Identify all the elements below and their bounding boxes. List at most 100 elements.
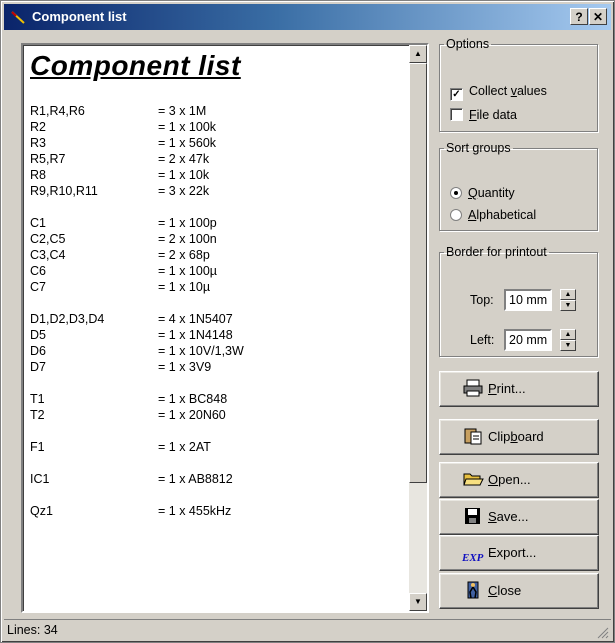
- border-printout-group: Border for printout Top: 10 mm ▲ ▼ Left:…: [439, 245, 598, 357]
- component-reference: R8: [30, 168, 46, 182]
- close-window-button[interactable]: ✕: [589, 8, 607, 25]
- component-row: F1 = 1 x 2AT: [30, 439, 407, 455]
- component-row: C3,C4 = 2 x 68p: [30, 247, 407, 263]
- print-button[interactable]: Print...: [439, 371, 599, 407]
- component-row: D1,D2,D3,D4 = 4 x 1N5407: [30, 311, 407, 327]
- open-button[interactable]: Open...: [439, 462, 599, 498]
- help-button[interactable]: ?: [570, 8, 588, 25]
- component-value: = 1 x 3V9: [158, 360, 212, 374]
- component-value: = 1 x BC848: [158, 392, 228, 406]
- component-reference: R5,R7: [30, 152, 66, 166]
- floppy-disk-icon: [465, 508, 480, 524]
- status-bar: Lines: 34: [4, 619, 611, 641]
- border-legend: Border for printout: [446, 245, 547, 259]
- options-group: Options ✓ Collect values File data: [439, 37, 598, 132]
- top-margin-spinner[interactable]: ▲ ▼: [560, 289, 576, 311]
- top-spin-up[interactable]: ▲: [560, 289, 576, 300]
- alphabetical-radio-dot[interactable]: [450, 209, 462, 221]
- component-row: R5,R7 = 2 x 47k: [30, 151, 407, 167]
- scroll-thumb[interactable]: [409, 63, 427, 483]
- vertical-scrollbar[interactable]: ▲ ▼: [409, 45, 427, 611]
- quantity-radio[interactable]: Quantity: [450, 185, 515, 201]
- export-button[interactable]: EXP Export...: [439, 535, 599, 571]
- report-title: Component list: [30, 50, 241, 81]
- component-reference: C2,C5: [30, 232, 66, 246]
- component-row: D7 = 1 x 3V9: [30, 359, 407, 375]
- component-value: = 1 x 100k: [158, 120, 217, 134]
- quantity-radio-dot[interactable]: [450, 187, 462, 199]
- export-icon: EXP: [462, 552, 484, 564]
- component-value: = 2 x 68p: [158, 248, 210, 262]
- collect-values-check-box[interactable]: ✓: [450, 88, 463, 101]
- alphabetical-radio[interactable]: Alphabetical: [450, 207, 536, 223]
- save-button[interactable]: Save...: [439, 499, 599, 535]
- component-value: = 1 x 10µ: [158, 280, 211, 294]
- scroll-up-button[interactable]: ▲: [409, 45, 427, 63]
- component-row: R3 = 1 x 560k: [30, 135, 407, 151]
- component-value: = 1 x AB8812: [158, 472, 233, 486]
- component-value: = 2 x 100n: [158, 232, 217, 246]
- component-reference: R3: [30, 136, 46, 150]
- component-report-view[interactable]: Component list R1,R4,R6 = 3 x 1M R2 = 1 x 1…: [21, 43, 429, 613]
- component-row: R9,R10,R11 = 3 x 22k: [30, 183, 407, 199]
- component-reference: T1: [30, 392, 45, 406]
- app-icon: [11, 11, 25, 24]
- component-reference: T2: [30, 408, 45, 422]
- component-row: R8 = 1 x 10k: [30, 167, 407, 183]
- component-value: = 1 x 100µ: [158, 264, 217, 278]
- clipboard-icon: [464, 428, 482, 445]
- component-list-window: Component list ? ✕ Component list R1,R4,…: [0, 0, 615, 643]
- component-group: F1 = 1 x 2AT: [30, 439, 407, 455]
- component-row: D6 = 1 x 10V/1,3W: [30, 343, 407, 359]
- component-value: = 2 x 47k: [158, 152, 210, 166]
- component-value: = 1 x 10k: [158, 168, 210, 182]
- component-group: T1 = 1 x BC848 T2 = 1 x 20N60: [30, 391, 407, 423]
- scroll-down-button[interactable]: ▼: [409, 593, 427, 611]
- sort-groups-legend: Sort groups: [446, 141, 511, 155]
- options-legend: Options: [446, 37, 490, 51]
- component-group: IC1 = 1 x AB8812: [30, 471, 407, 487]
- component-row: IC1 = 1 x AB8812: [30, 471, 407, 487]
- component-group: C1 = 1 x 100p C2,C5 = 2 x 100n C3,C4 = 2 x 68…: [30, 215, 407, 295]
- title-bar[interactable]: Component list ? ✕: [4, 4, 611, 30]
- collect-values-checkbox[interactable]: ✓ Collect values: [450, 83, 547, 101]
- left-spin-up[interactable]: ▲: [560, 329, 576, 340]
- component-row: C2,C5 = 2 x 100n: [30, 231, 407, 247]
- component-reference: IC1: [30, 472, 50, 486]
- component-value: = 1 x 560k: [158, 136, 217, 150]
- component-reference: D6: [30, 344, 46, 358]
- line-count: Lines: 34: [7, 623, 58, 637]
- left-label: Left:: [470, 333, 495, 347]
- component-reference: D1,D2,D3,D4: [30, 312, 105, 326]
- component-row: Qz1 = 1 x 455kHz: [30, 503, 407, 519]
- window-title: Component list: [32, 9, 127, 24]
- clipboard-button[interactable]: Clipboard: [439, 419, 599, 455]
- component-reference: C7: [30, 280, 46, 294]
- component-reference: C6: [30, 264, 46, 278]
- left-spin-down[interactable]: ▼: [560, 340, 576, 351]
- component-row: C1 = 1 x 100p: [30, 215, 407, 231]
- folder-open-icon: [463, 473, 484, 486]
- component-group: D1,D2,D3,D4 = 4 x 1N5407 D5 = 1 x 1N4148 D6 =…: [30, 311, 407, 375]
- component-row: C6 = 1 x 100µ: [30, 263, 407, 279]
- component-reference: D7: [30, 360, 46, 374]
- file-data-checkbox[interactable]: File data: [450, 107, 517, 123]
- component-row: D5 = 1 x 1N4148: [30, 327, 407, 343]
- top-label: Top:: [470, 293, 494, 307]
- top-margin-input[interactable]: 10 mm: [504, 289, 552, 311]
- component-reference: F1: [30, 440, 45, 454]
- component-groups: R1,R4,R6 = 3 x 1M R2 = 1 x 100k R3 = 1 x 560k…: [30, 103, 407, 519]
- left-margin-input[interactable]: 20 mm: [504, 329, 552, 351]
- file-data-check-box[interactable]: [450, 108, 463, 121]
- component-reference: R2: [30, 120, 46, 134]
- component-row: T1 = 1 x BC848: [30, 391, 407, 407]
- component-row: R2 = 1 x 100k: [30, 119, 407, 135]
- close-button[interactable]: Close: [439, 573, 599, 609]
- component-row: C7 = 1 x 10µ: [30, 279, 407, 295]
- resize-grip-icon[interactable]: [595, 625, 609, 639]
- printer-icon: [463, 379, 483, 397]
- component-reference: C3,C4: [30, 248, 66, 262]
- component-value: = 3 x 1M: [158, 104, 207, 118]
- top-spin-down[interactable]: ▼: [560, 300, 576, 311]
- left-margin-spinner[interactable]: ▲ ▼: [560, 329, 576, 351]
